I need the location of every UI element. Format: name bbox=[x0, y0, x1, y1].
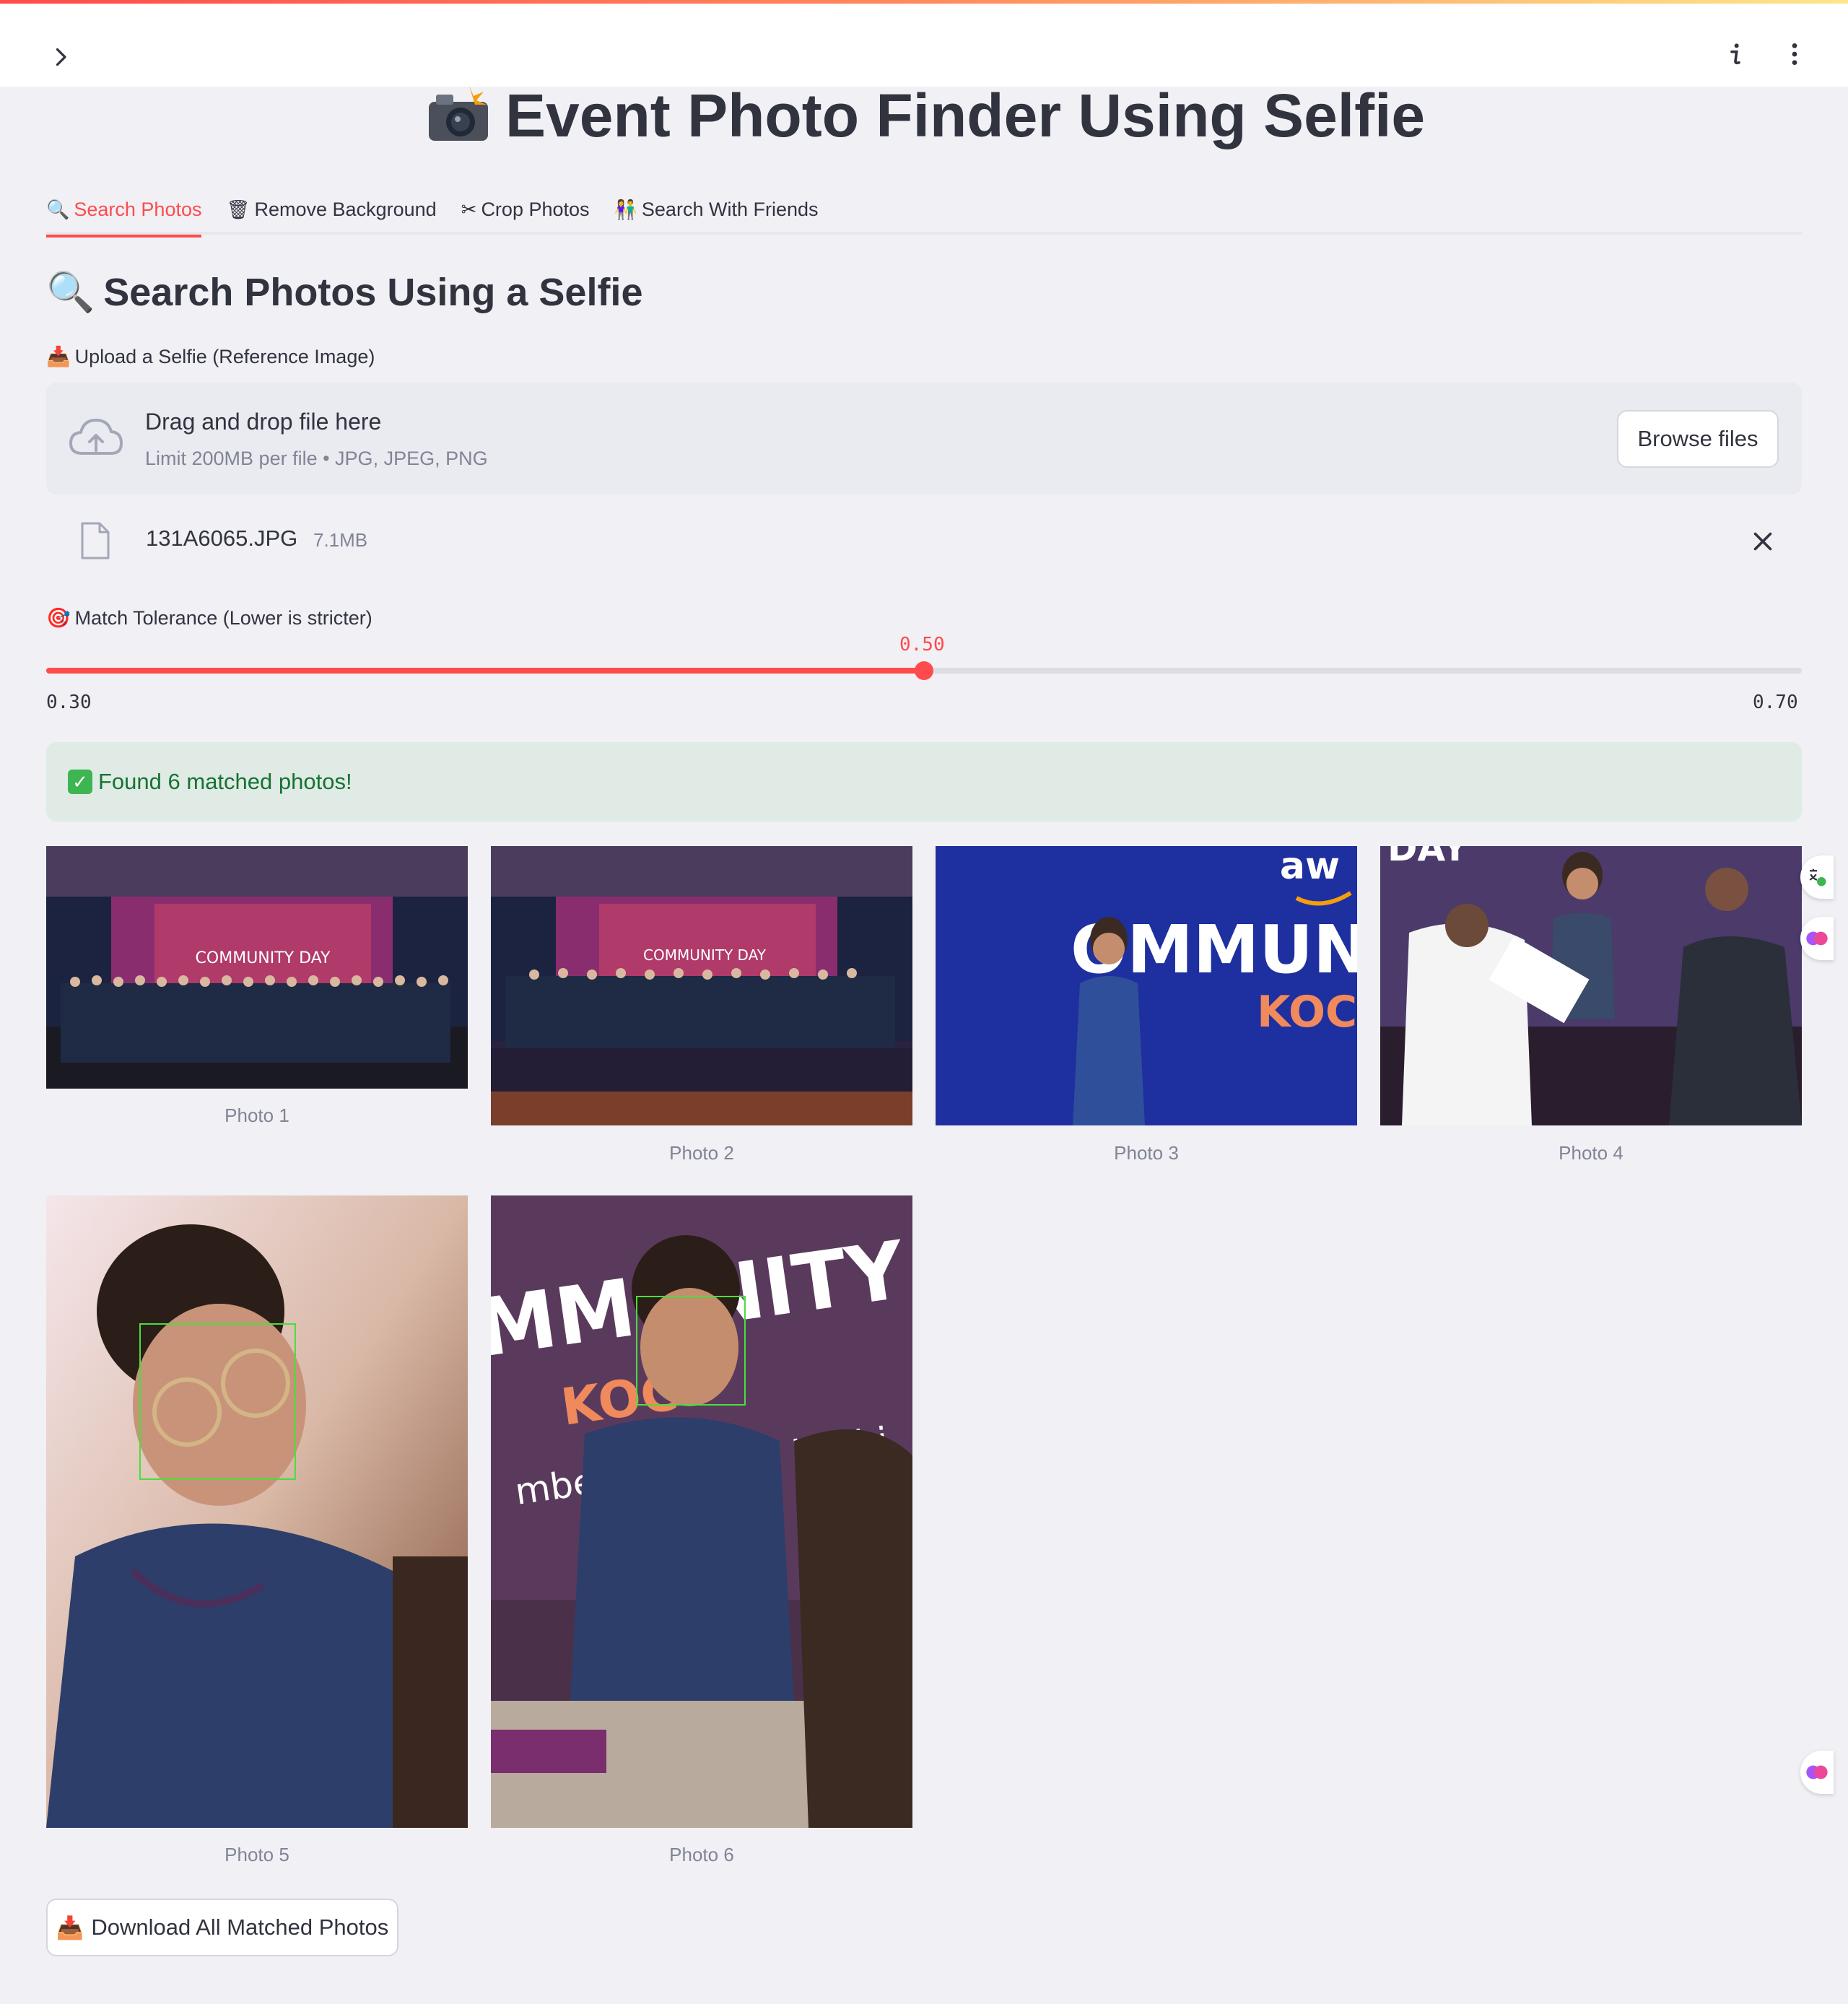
slider-thumb[interactable] bbox=[915, 661, 933, 680]
page-title: Event Photo Finder Using Selfie bbox=[426, 79, 1437, 152]
download-all-button[interactable]: 📥 Download All Matched Photos bbox=[46, 1899, 398, 1956]
download-label: Download All Matched Photos bbox=[91, 1914, 389, 1940]
svg-text:COMMUNITY DAY: COMMUNITY DAY bbox=[196, 949, 331, 967]
inbox-tray-icon: 📥 bbox=[56, 1914, 84, 1940]
brain-widget-bottom-icon[interactable] bbox=[1800, 1751, 1834, 1794]
photo-1-caption: Photo 1 bbox=[225, 1105, 289, 1126]
slider-max-value: 0.70 bbox=[1753, 692, 1798, 713]
more-options-icon[interactable] bbox=[1780, 40, 1809, 69]
tolerance-label: 🎯 Match Tolerance (Lower is stricter) bbox=[46, 606, 372, 629]
tab-label: Search With Friends bbox=[641, 198, 819, 220]
section-heading: 🔍 Search Photos Using a Selfie bbox=[46, 267, 642, 318]
tab-remove-background[interactable]: 🗑 Remove Background bbox=[226, 184, 436, 235]
photo-2-caption: Photo 2 bbox=[669, 1142, 734, 1164]
inbox-tray-icon: 📥 bbox=[46, 346, 71, 367]
svg-text:aw: aw bbox=[1280, 846, 1340, 888]
success-message: Found 6 matched photos! bbox=[98, 769, 352, 794]
tab-label: Crop Photos bbox=[481, 198, 590, 220]
svg-text:DAY: DAY bbox=[1387, 846, 1468, 869]
upload-label: 📥 Upload a Selfie (Reference Image) bbox=[46, 345, 375, 368]
photo-2-image[interactable]: COMMUNITY DAY bbox=[491, 846, 912, 1125]
check-mark-icon: ✓ bbox=[68, 770, 92, 794]
dropzone-limit: Limit 200MB per file • JPG, JPEG, PNG bbox=[145, 448, 488, 469]
photo-3-caption: Photo 3 bbox=[1114, 1142, 1179, 1164]
tab-search-with-friends[interactable]: 👫 Search With Friends bbox=[614, 184, 819, 235]
scissors-icon: ✂ bbox=[461, 198, 477, 220]
photo-6-image[interactable]: MMUNITY DAY KOC mber 20… Inn, Kochi bbox=[491, 1195, 912, 1828]
uploaded-file-size: 7.1MB bbox=[313, 529, 368, 551]
file-icon bbox=[81, 522, 110, 559]
app-header bbox=[0, 4, 1848, 87]
photo-4-caption: Photo 4 bbox=[1559, 1142, 1623, 1164]
camera-flash-icon bbox=[429, 86, 488, 141]
tolerance-slider[interactable] bbox=[46, 661, 1802, 680]
magnifier-icon: 🔍 bbox=[46, 270, 95, 314]
tab-crop-photos[interactable]: ✂ Crop Photos bbox=[461, 184, 590, 235]
tab-search-photos[interactable]: 🔍 Search Photos bbox=[46, 184, 202, 238]
trash-icon: 🗑 bbox=[226, 198, 250, 220]
cloud-upload-icon bbox=[69, 419, 123, 455]
photo-5-caption: Photo 5 bbox=[225, 1844, 289, 1865]
photo-3-image[interactable]: aw OMMUN KOC bbox=[936, 846, 1357, 1125]
svg-text:COMMUNITY DAY: COMMUNITY DAY bbox=[643, 946, 767, 964]
brain-widget-icon[interactable] bbox=[1800, 917, 1834, 960]
browse-files-button[interactable]: Browse files bbox=[1617, 410, 1779, 468]
photo-5-image[interactable] bbox=[46, 1195, 468, 1828]
upload-label-text: Upload a Selfie (Reference Image) bbox=[74, 345, 375, 367]
tab-label: Search Photos bbox=[74, 198, 202, 220]
remove-file-icon[interactable] bbox=[1750, 528, 1776, 554]
magnifier-icon: 🔍 bbox=[46, 198, 70, 220]
info-icon[interactable] bbox=[1721, 40, 1750, 69]
slider-min-value: 0.30 bbox=[46, 692, 92, 713]
uploaded-file-row: 131A6065.JPG 7.1MB bbox=[46, 505, 1802, 578]
tab-label: Remove Background bbox=[254, 198, 437, 220]
expand-sidebar-icon[interactable] bbox=[48, 44, 74, 70]
svg-text:KOC: KOC bbox=[1257, 987, 1357, 1037]
slider-current-value: 0.50 bbox=[899, 634, 945, 655]
tolerance-label-text: Match Tolerance (Lower is stricter) bbox=[74, 606, 372, 629]
uploaded-file-name: 131A6065.JPG bbox=[146, 526, 298, 551]
photo-1-image[interactable]: COMMUNITY DAY bbox=[46, 846, 468, 1089]
translate-widget-icon[interactable] bbox=[1800, 855, 1834, 899]
slider-fill bbox=[46, 668, 924, 674]
dropzone-title: Drag and drop file here bbox=[145, 409, 382, 435]
target-icon: 🎯 bbox=[46, 607, 71, 629]
photo-4-image[interactable]: DAY bbox=[1380, 846, 1802, 1125]
tab-bar: 🔍 Search Photos 🗑 Remove Background ✂ Cr… bbox=[46, 184, 1802, 238]
friends-icon: 👫 bbox=[614, 198, 637, 220]
success-alert: ✓ Found 6 matched photos! bbox=[46, 742, 1802, 822]
page-title-text: Event Photo Finder Using Selfie bbox=[505, 81, 1426, 149]
photo-6-caption: Photo 6 bbox=[669, 1844, 734, 1865]
file-dropzone[interactable]: Drag and drop file here Limit 200MB per … bbox=[46, 383, 1802, 495]
section-heading-text: Search Photos Using a Selfie bbox=[103, 271, 643, 314]
